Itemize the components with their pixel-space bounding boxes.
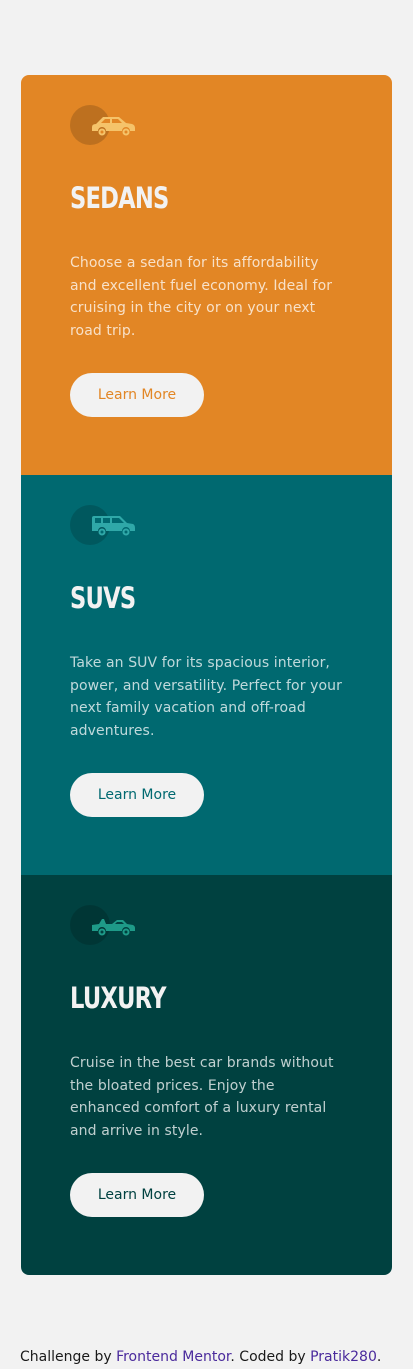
card-luxury: Luxury Cruise in the best car brands wit… <box>21 875 392 1275</box>
card-suvs: SUVs Take an SUV for its spacious interi… <box>21 475 392 875</box>
car-cards: Sedans Choose a sedan for its affordabil… <box>21 75 392 1275</box>
luxury-car-icon-graphic <box>92 919 135 936</box>
learn-more-button[interactable]: Learn More <box>70 373 204 417</box>
attribution-middle: . Coded by <box>230 1349 311 1365</box>
sedan-car-icon <box>70 105 136 145</box>
learn-more-button[interactable]: Learn More <box>70 1173 204 1217</box>
learn-more-button[interactable]: Learn More <box>70 773 204 817</box>
card-description: Take an SUV for its spacious interior, p… <box>70 655 342 739</box>
card-description: Cruise in the best car brands without th… <box>70 1055 334 1139</box>
card-sedans: Sedans Choose a sedan for its affordabil… <box>21 75 392 475</box>
suv-car-icon <box>70 505 136 545</box>
sedan-car-icon-graphic <box>92 117 135 136</box>
frontend-mentor-link[interactable]: Frontend Mentor <box>116 1349 230 1365</box>
card-title: Sedans <box>70 181 169 215</box>
card-title: Luxury <box>70 981 166 1015</box>
author-link[interactable]: Pratik280 <box>310 1349 377 1365</box>
card-title: SUVs <box>70 581 136 615</box>
luxury-car-icon <box>70 905 136 945</box>
suv-car-icon-graphic <box>92 516 135 536</box>
card-description: Choose a sedan for its affordability and… <box>70 255 333 339</box>
attribution-prefix: Challenge by <box>20 1349 117 1365</box>
attribution: Challenge by Frontend Mentor. Coded by P… <box>20 1349 381 1365</box>
attribution-suffix: . <box>376 1349 382 1365</box>
